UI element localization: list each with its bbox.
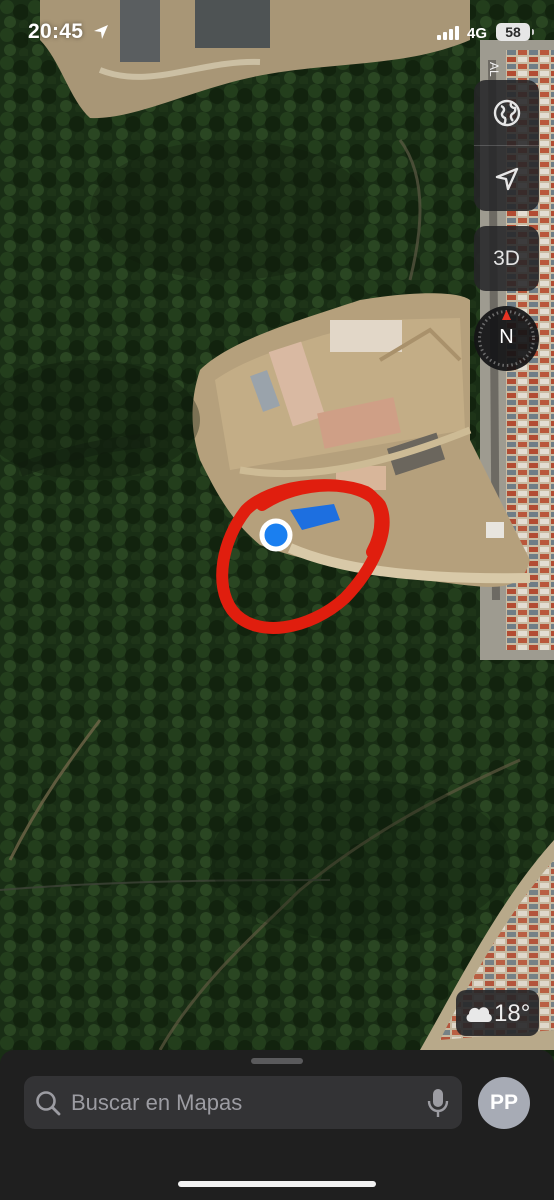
- weather-temperature: 18°: [494, 1000, 531, 1027]
- sheet-grabber[interactable]: [251, 1058, 303, 1064]
- locate-me-button[interactable]: [474, 146, 539, 211]
- map-controls: [474, 80, 539, 211]
- view-3d-button[interactable]: 3D: [474, 226, 539, 291]
- location-services-icon: [94, 25, 108, 39]
- compass-north-label: N: [499, 326, 514, 348]
- search-sheet: Buscar en Mapas PP: [0, 1050, 554, 1200]
- location-arrow-icon: [495, 167, 518, 190]
- map-mode-button[interactable]: [474, 80, 539, 145]
- cellular-signal-icon: [437, 26, 459, 40]
- user-location-dot[interactable]: [259, 518, 293, 552]
- weather-badge[interactable]: 18°: [456, 990, 539, 1036]
- battery-indicator: 58: [496, 23, 534, 41]
- network-type: 4G: [467, 25, 488, 42]
- status-bar: 20:45 4G 58: [0, 0, 554, 64]
- street-label: AL: [487, 62, 501, 77]
- cloud-icon: [466, 1007, 492, 1022]
- home-indicator: [178, 1181, 376, 1187]
- microphone-icon[interactable]: [427, 1087, 449, 1119]
- compass-button[interactable]: N: [474, 306, 539, 371]
- status-time: 20:45: [28, 20, 84, 43]
- account-avatar-button[interactable]: PP: [478, 1077, 530, 1129]
- search-input[interactable]: Buscar en Mapas: [71, 1090, 242, 1116]
- search-bar[interactable]: Buscar en Mapas: [24, 1076, 462, 1129]
- search-icon: [36, 1091, 61, 1116]
- globe-icon: [493, 99, 520, 126]
